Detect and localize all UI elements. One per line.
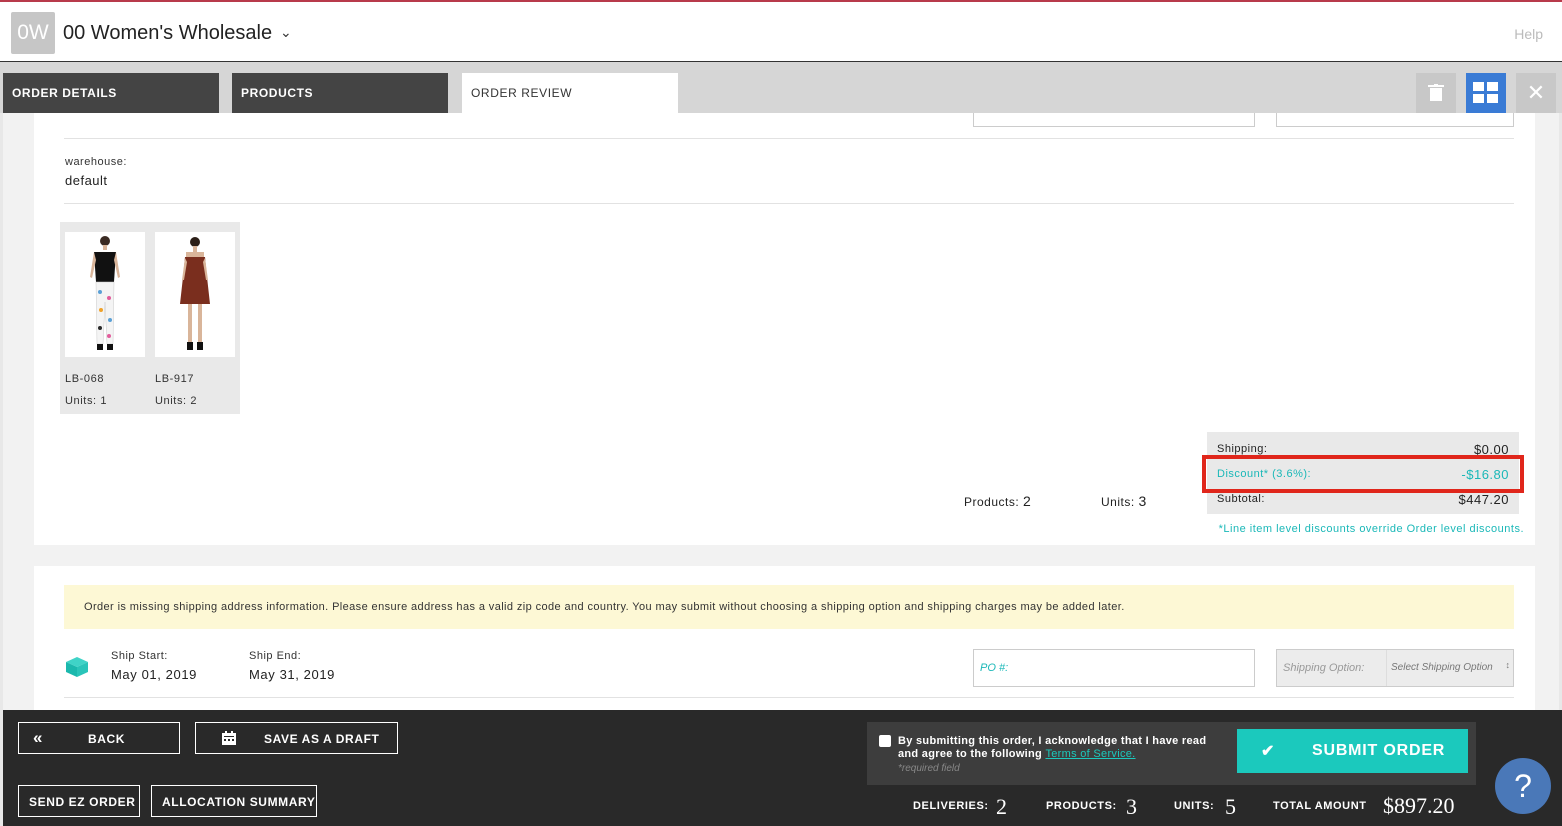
shipping-notice: Order is missing shipping address inform… [64,585,1514,629]
submit-panel: By submitting this order, I acknowledge … [867,722,1476,785]
footer-bar: « BACK SAVE AS A DRAFT SEND EZ ORDER ALL… [3,710,1562,826]
shipping-card: Order is missing shipping address inform… [34,566,1535,710]
summary-units-label: Units: [1101,495,1135,509]
double-chevron-left-icon: « [33,728,44,747]
total-amount-label: TOTAL AMOUNT [1273,800,1367,812]
select-arrows-icon: ↕ [1505,660,1511,670]
total-amount-value: $897.20 [1383,793,1455,818]
product-units: Units: 1 [65,395,108,407]
divider [64,697,1514,698]
terms-checkbox[interactable] [879,735,891,747]
terms-link[interactable]: Terms of Service. [1045,748,1135,760]
tab-bar: ORDER DETAILS PRODUCTS ORDER REVIEW ✕ [0,62,1562,113]
shipping-option-select[interactable]: Shipping Option: Select Shipping Option … [1276,649,1514,687]
shipping-option-top[interactable] [1276,113,1514,127]
tab-order-details[interactable]: ORDER DETAILS [3,73,219,113]
warehouse-label: warehouse: [65,156,127,168]
delivery-card: warehouse: default LB-068 Units: 1 LB-91… [34,113,1535,545]
terms-text-block: By submitting this order, I acknowledge … [898,735,1208,761]
tab-order-review[interactable]: ORDER REVIEW [462,73,678,113]
ship-start-value: May 01, 2019 [111,667,197,682]
back-button-label: BACK [88,732,126,746]
divider [64,203,1514,204]
close-icon[interactable]: ✕ [1516,73,1556,113]
trash-icon[interactable] [1416,73,1456,113]
store-avatar: 0W [11,12,55,54]
product-grid: LB-068 Units: 1 LB-917 Units: 2 [60,222,240,414]
submit-order-label: SUBMIT ORDER [1312,742,1446,759]
calendar-icon [222,731,236,748]
subtotal-value: $447.20 [1458,492,1509,507]
shipping-label: Shipping: [1217,443,1268,455]
summary-products: Products: 2 [964,493,1031,509]
ship-end-label: Ship End: [249,650,302,662]
summary-units: Units: 3 [1101,493,1147,509]
shipping-option-label: Shipping Option: [1283,662,1365,674]
help-link[interactable]: Help [1514,26,1543,42]
po-placeholder: PO #: [980,662,1009,674]
products-value: 3 [1126,794,1137,819]
warehouse-value: default [65,173,108,188]
submit-order-button[interactable]: ✔ SUBMIT ORDER [1237,729,1468,773]
ship-start-label: Ship Start: [111,650,168,662]
discount-note: *Line item level discounts override Orde… [1218,523,1524,535]
tab-products[interactable]: PRODUCTS [232,73,448,113]
units-label: UNITS: [1174,800,1215,812]
required-note: *required field [898,763,960,774]
product-sku: LB-068 [65,373,105,385]
product-image-lb-917[interactable] [155,232,235,357]
discount-highlight [1202,455,1524,493]
send-ez-order-label: SEND EZ ORDER [29,795,136,809]
product-image-lb-068[interactable] [65,232,145,357]
divider [64,138,1514,139]
units-value: 5 [1225,794,1236,819]
products-label: PRODUCTS: [1046,800,1117,812]
back-button[interactable]: « BACK [18,722,180,754]
send-ez-order-button[interactable]: SEND EZ ORDER [18,785,140,817]
order-review-content: warehouse: default LB-068 Units: 1 LB-91… [3,113,1559,710]
checkmark-icon: ✔ [1261,743,1276,760]
subtotal-label: Subtotal: [1217,493,1265,505]
summary-products-label: Products: [964,495,1020,509]
save-draft-label: SAVE AS A DRAFT [264,732,380,746]
deliveries-label: DELIVERIES: [913,800,989,812]
deliveries-value: 2 [996,794,1007,819]
product-sku: LB-917 [155,373,195,385]
top-bar: 0W 00 Women's Wholesale ⌄ Help [0,0,1562,62]
store-name[interactable]: 00 Women's Wholesale [63,22,272,45]
product-units: Units: 2 [155,395,198,407]
po-number-input[interactable]: PO #: [973,649,1255,687]
ship-end-value: May 31, 2019 [249,667,335,682]
allocation-summary-label: ALLOCATION SUMMARY [162,795,316,809]
save-draft-button[interactable]: SAVE AS A DRAFT [195,722,398,754]
shipping-option-value: Select Shipping Option [1391,662,1493,673]
summary-units-value: 3 [1138,493,1147,509]
summary-products-value: 2 [1023,493,1032,509]
box-icon [64,656,90,683]
chevron-down-icon[interactable]: ⌄ [280,24,292,41]
grid-view-icon[interactable] [1466,73,1506,113]
allocation-summary-button[interactable]: ALLOCATION SUMMARY [151,785,317,817]
help-question-icon[interactable]: ? [1495,758,1551,814]
po-field-top[interactable] [973,113,1255,127]
